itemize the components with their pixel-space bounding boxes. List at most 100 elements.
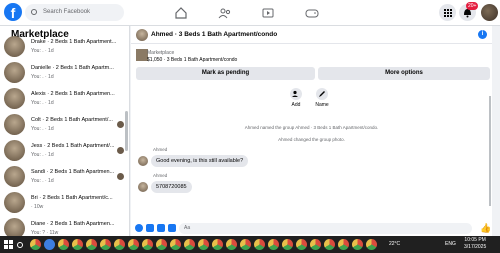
date: 3/17/2025: [464, 244, 487, 250]
conversation-name: Jess · 2 Beds 1 Bath Apartment/...: [31, 143, 115, 149]
conversation-item[interactable]: Alexis · 2 Beds 1 Bath Apartmen... You: .…: [4, 88, 124, 110]
chrome-icon[interactable]: [114, 239, 125, 250]
chrome-icon[interactable]: [268, 239, 279, 250]
conversation-item[interactable]: Bri · 2 Beds 1 Bath Apartment/c... · 10w: [4, 192, 124, 214]
message-bubble[interactable]: 5708720085: [151, 181, 192, 193]
friends-icon[interactable]: [218, 6, 232, 20]
gaming-icon[interactable]: [305, 6, 319, 20]
chrome-icon[interactable]: [86, 239, 97, 250]
conversation-thumbnail: [4, 218, 25, 236]
pencil-icon: [316, 88, 328, 100]
top-navigation-bar: f Search Facebook 20+: [0, 0, 500, 26]
name-group-action[interactable]: Name: [309, 88, 335, 108]
menu-grid-icon[interactable]: [439, 4, 456, 21]
sidebar-scrollbar[interactable]: [125, 111, 128, 151]
chrome-icon[interactable]: [282, 239, 293, 250]
conversation-item[interactable]: Danielle · 2 Beds 1 Bath Apartm... You: .…: [4, 62, 124, 84]
message-sender: Ahmed: [153, 147, 168, 152]
weather-temp[interactable]: 22°C: [389, 241, 400, 247]
image-icon[interactable]: [146, 224, 154, 232]
chrome-icon[interactable]: [198, 239, 209, 250]
windows-taskbar: 22°C ENG 10:05 PM 3/17/2025: [0, 236, 500, 253]
conversation-preview: You: . · 1d: [31, 178, 54, 184]
message-sender: Ahmed: [153, 173, 168, 178]
conversation-item[interactable]: Jess · 2 Beds 1 Bath Apartment/... You: .…: [4, 140, 124, 162]
seen-avatar: [117, 173, 124, 180]
listing-price: $1,050 · 3 Beds 1 Bath Apartment/condo: [147, 57, 238, 63]
system-message: Ahmed named the group Ahmed · 3 Beds 1 B…: [244, 125, 379, 130]
facebook-logo[interactable]: f: [4, 3, 22, 21]
add-label: Add: [291, 102, 301, 108]
group-avatar[interactable]: [136, 29, 148, 41]
conversation-item[interactable]: Colt · 2 Beds 1 Bath Apartment/... You: .…: [4, 114, 124, 136]
conversation-name: Sandi · 2 Beds 1 Bath Apartmen...: [31, 169, 115, 175]
chat-header: Ahmed · 3 Beds 1 Bath Apartment/condo i: [131, 26, 492, 44]
conversation-item[interactable]: Drake · 2 Beds 1 Bath Apartment... You: .…: [4, 36, 124, 58]
profile-avatar[interactable]: [481, 4, 498, 21]
file-explorer-icon[interactable]: [44, 239, 55, 250]
watch-icon[interactable]: [261, 6, 275, 20]
conversation-thumbnail: [4, 62, 25, 83]
chrome-icon[interactable]: [212, 239, 223, 250]
conversation-name: Diane · 2 Beds 1 Bath Apartmen...: [31, 221, 115, 227]
clock[interactable]: 10:05 PM 3/17/2025: [464, 237, 486, 251]
conversation-thumbnail: [4, 140, 25, 161]
more-options-button[interactable]: More options: [318, 67, 490, 80]
home-icon[interactable]: [174, 6, 188, 20]
chat-scrollbar[interactable]: [489, 96, 491, 206]
chrome-icon[interactable]: [128, 239, 139, 250]
seen-avatar: [117, 147, 124, 154]
chrome-icon[interactable]: [240, 239, 251, 250]
like-icon[interactable]: 👍: [480, 223, 491, 234]
sender-avatar[interactable]: [138, 182, 148, 192]
chrome-icon[interactable]: [156, 239, 167, 250]
conversation-thumbnail: [4, 36, 25, 57]
taskbar-search-icon[interactable]: [17, 242, 23, 248]
conversation-preview: You: . · 1d: [31, 48, 54, 54]
conversation-name: Colt · 2 Beds 1 Bath Apartment/...: [31, 117, 113, 123]
add-people-action[interactable]: Add: [283, 88, 309, 108]
language-indicator[interactable]: ENG: [445, 241, 456, 247]
sticker-icon[interactable]: [157, 224, 165, 232]
plus-icon[interactable]: [135, 224, 143, 232]
conversation-name: Alexis · 2 Beds 1 Bath Apartmen...: [31, 91, 115, 97]
chat-title[interactable]: Ahmed · 3 Beds 1 Bath Apartment/condo: [151, 31, 277, 38]
info-icon[interactable]: i: [478, 30, 487, 39]
conversation-name: Danielle · 2 Beds 1 Bath Apartm...: [31, 65, 114, 71]
chrome-icon[interactable]: [352, 239, 363, 250]
chrome-icon[interactable]: [296, 239, 307, 250]
chrome-icon[interactable]: [254, 239, 265, 250]
chrome-icon[interactable]: [170, 239, 181, 250]
conversation-item[interactable]: Sandi · 2 Beds 1 Bath Apartmen... You: . …: [4, 166, 124, 188]
search-icon: [31, 9, 37, 15]
add-person-icon: [290, 88, 302, 100]
chrome-icon[interactable]: [142, 239, 153, 250]
message-composer: Aa 👍: [131, 221, 492, 236]
message-bubble[interactable]: Good evening, is this still available?: [151, 155, 249, 167]
conversation-item[interactable]: Diane · 2 Beds 1 Bath Apartmen... You: ? …: [4, 218, 124, 236]
chrome-icon[interactable]: [30, 239, 41, 250]
chrome-icon[interactable]: [58, 239, 69, 250]
chrome-icon[interactable]: [366, 239, 377, 250]
chrome-icon[interactable]: [324, 239, 335, 250]
conversation-preview: You: . · 1d: [31, 100, 54, 106]
conversation-name: Drake · 2 Beds 1 Bath Apartment...: [31, 39, 117, 45]
sender-avatar[interactable]: [138, 156, 148, 166]
seen-avatar: [117, 121, 124, 128]
search-input[interactable]: Search Facebook: [25, 4, 124, 21]
notification-badge: 20+: [466, 2, 479, 10]
message-input[interactable]: Aa: [179, 223, 472, 234]
conversation-preview: You: . · 1d: [31, 74, 54, 80]
windows-start-icon[interactable]: [4, 240, 13, 249]
chrome-icon[interactable]: [72, 239, 83, 250]
chrome-icon[interactable]: [338, 239, 349, 250]
gif-icon[interactable]: [168, 224, 176, 232]
chrome-icon[interactable]: [100, 239, 111, 250]
conversation-name: Bri · 2 Beds 1 Bath Apartment/c...: [31, 195, 113, 201]
chrome-icon[interactable]: [184, 239, 195, 250]
system-message: Ahmed changed the group photo.: [278, 137, 345, 142]
chrome-icon[interactable]: [310, 239, 321, 250]
mark-as-pending-button[interactable]: Mark as pending: [136, 67, 315, 80]
listing-banner[interactable]: Marketplace $1,050 · 3 Beds 1 Bath Apart…: [131, 45, 492, 67]
chrome-icon[interactable]: [226, 239, 237, 250]
